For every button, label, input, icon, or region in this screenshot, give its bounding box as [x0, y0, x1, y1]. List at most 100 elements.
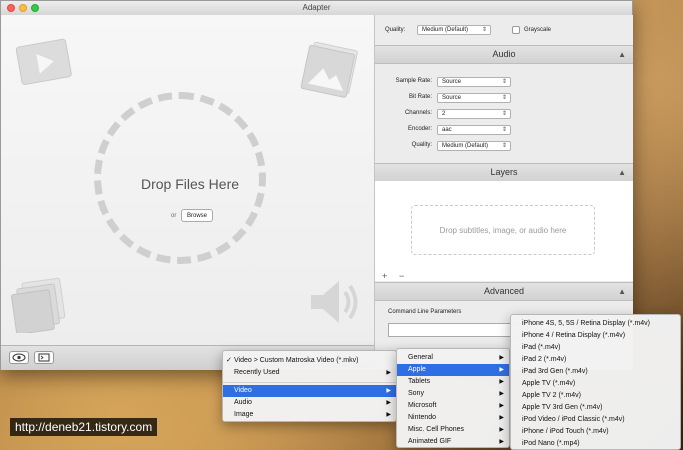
updown-arrow-icon: ⇕ [501, 111, 507, 117]
animated-gif-label: Animated GIF [408, 438, 452, 445]
preview-toggle-button[interactable] [9, 351, 29, 364]
audio-quality-value: Medium (Default) [442, 143, 489, 149]
misc-cell-phones-label: Misc. Cell Phones [408, 426, 465, 433]
grayscale-label: Grayscale [524, 27, 552, 33]
submenu-arrow-icon: ▶ [499, 427, 504, 433]
drop-area[interactable]: Drop Files Here or Browse [1, 15, 374, 345]
channels-value: 2 [442, 111, 446, 117]
advanced-header-title: Advanced [483, 286, 525, 296]
checkmark-icon: ✓ [226, 357, 232, 364]
menu-item-video[interactable]: Video ▶ [223, 385, 396, 397]
layers-list[interactable]: Drop subtitles, image, or audio here + − [375, 181, 633, 281]
menu-item-general[interactable]: General ▶ [397, 352, 509, 364]
speaker-audio-icon [311, 281, 358, 323]
log-toggle-button[interactable] [34, 351, 54, 364]
layers-drop-target[interactable]: Drop subtitles, image, or audio here [411, 205, 595, 255]
image-label: Image [234, 411, 254, 418]
menu-item-nintendo[interactable]: Nintendo ▶ [397, 412, 509, 424]
audio-section-header[interactable]: Audio ▲ [375, 45, 633, 64]
video-label: Video [234, 387, 252, 394]
menu-item-preset[interactable]: iPad (*.m4v) [511, 342, 680, 354]
browse-button[interactable]: Browse [181, 209, 214, 222]
submenu-arrow-icon: ▶ [499, 391, 504, 397]
recently-used-label: Recently Used [234, 369, 280, 376]
menu-item-preset[interactable]: Apple TV (*.m4v) [511, 378, 680, 390]
updown-arrow-icon: ⇕ [481, 27, 487, 33]
current-format-label: Video > Custom Matroska Video (*.mkv) [234, 357, 359, 364]
remove-layer-button[interactable]: − [399, 271, 404, 281]
quality-label: Quality: [385, 27, 406, 33]
eye-icon [12, 353, 26, 362]
sample-rate-label: Sample Rate: [395, 78, 432, 84]
add-layer-button[interactable]: + [382, 271, 387, 281]
encoder-value: aac [442, 127, 452, 133]
bit-rate-select[interactable]: Source ⇕ [437, 93, 511, 103]
submenu-arrow-icon: ▶ [499, 403, 504, 409]
menu-item-tablets[interactable]: Tablets ▶ [397, 376, 509, 388]
sony-label: Sony [408, 390, 424, 397]
sample-rate-select[interactable]: Source ⇕ [437, 77, 511, 87]
submenu-arrow-icon: ▶ [386, 412, 391, 418]
menu-item-preset[interactable]: iPhone 4S, 5, 5S / Retina Display (*.m4v… [511, 318, 680, 330]
submenu-arrow-icon: ▶ [386, 400, 391, 406]
audio-quality-select[interactable]: Medium (Default) ⇕ [437, 141, 511, 151]
audio-quality-label: Quality: [411, 142, 432, 148]
zoom-window-button[interactable] [31, 4, 39, 12]
bit-rate-value: Source [442, 95, 462, 101]
documents-icon [11, 277, 66, 333]
command-line-input[interactable] [388, 323, 528, 337]
collapse-triangle-icon: ▲ [618, 287, 626, 296]
collapse-triangle-icon: ▲ [618, 50, 626, 59]
or-label: or [171, 213, 177, 219]
menu-item-preset[interactable]: iPad 3rd Gen (*.m4v) [511, 366, 680, 378]
advanced-section-header[interactable]: Advanced ▲ [375, 282, 633, 301]
video-file-icon [15, 38, 72, 85]
submenu-arrow-icon: ▶ [499, 367, 504, 373]
menu-item-misc-cell-phones[interactable]: Misc. Cell Phones ▶ [397, 424, 509, 436]
menu-item-preset[interactable]: iPhone / iPod Touch (*.m4v) [511, 426, 680, 438]
channels-select[interactable]: 2 ⇕ [437, 109, 511, 119]
nintendo-label: Nintendo [408, 414, 437, 421]
tablets-label: Tablets [408, 378, 431, 385]
menu-item-preset[interactable]: iPod Video / iPod Classic (*.m4v) [511, 414, 680, 426]
quality-select[interactable]: Medium (Default) ⇕ [417, 25, 491, 35]
bit-rate-label: Bit Rate: [408, 94, 432, 100]
submenu-arrow-icon: ▶ [386, 388, 391, 394]
updown-arrow-icon: ⇕ [501, 143, 507, 149]
close-window-button[interactable] [7, 4, 15, 12]
menu-item-preset[interactable]: iPhone 4 / Retina Display (*.m4v) [511, 330, 680, 342]
menu-item-animated-gif[interactable]: Animated GIF ▶ [397, 436, 509, 448]
terminal-icon [38, 353, 50, 362]
submenu-arrow-icon: ▶ [499, 379, 504, 385]
collapse-triangle-icon: ▲ [618, 168, 626, 177]
microsoft-label: Microsoft [408, 402, 437, 409]
submenu-arrow-icon: ▶ [386, 370, 391, 376]
watermark-text: http://deneb21.tistory.com [10, 418, 158, 436]
output-format-menu: ✓ Video > Custom Matroska Video (*.mkv) … [222, 350, 397, 422]
menu-item-microsoft[interactable]: Microsoft ▶ [397, 400, 509, 412]
audio-header-title: Audio [492, 49, 516, 59]
menu-item-preset[interactable]: Apple TV 3rd Gen (*.m4v) [511, 402, 680, 414]
window-title: Adapter [302, 3, 331, 12]
title-bar: Adapter [1, 1, 632, 16]
menu-item-preset[interactable]: iPad 2 (*.m4v) [511, 354, 680, 366]
menu-item-audio[interactable]: Audio ▶ [223, 397, 396, 409]
menu-item-current-format[interactable]: ✓ Video > Custom Matroska Video (*.mkv) [223, 355, 396, 367]
general-label: General [408, 354, 433, 361]
minimize-window-button[interactable] [19, 4, 27, 12]
menu-item-sony[interactable]: Sony ▶ [397, 388, 509, 400]
encoder-select[interactable]: aac ⇕ [437, 125, 511, 135]
menu-item-preset[interactable]: iPod Nano (*.mp4) [511, 438, 680, 450]
drop-files-title: Drop Files Here [140, 176, 240, 192]
updown-arrow-icon: ⇕ [501, 127, 507, 133]
updown-arrow-icon: ⇕ [501, 79, 507, 85]
menu-item-apple[interactable]: Apple ▶ [397, 364, 509, 376]
grayscale-checkbox[interactable] [512, 26, 520, 34]
updown-arrow-icon: ⇕ [501, 95, 507, 101]
layers-section-header[interactable]: Layers ▲ [375, 163, 633, 182]
menu-item-preset[interactable]: Apple TV 2 (*.m4v) [511, 390, 680, 402]
menu-item-image[interactable]: Image ▶ [223, 409, 396, 421]
image-file-icon [300, 41, 358, 98]
submenu-arrow-icon: ▶ [499, 355, 504, 361]
menu-item-recently-used[interactable]: Recently Used ▶ [223, 367, 396, 379]
